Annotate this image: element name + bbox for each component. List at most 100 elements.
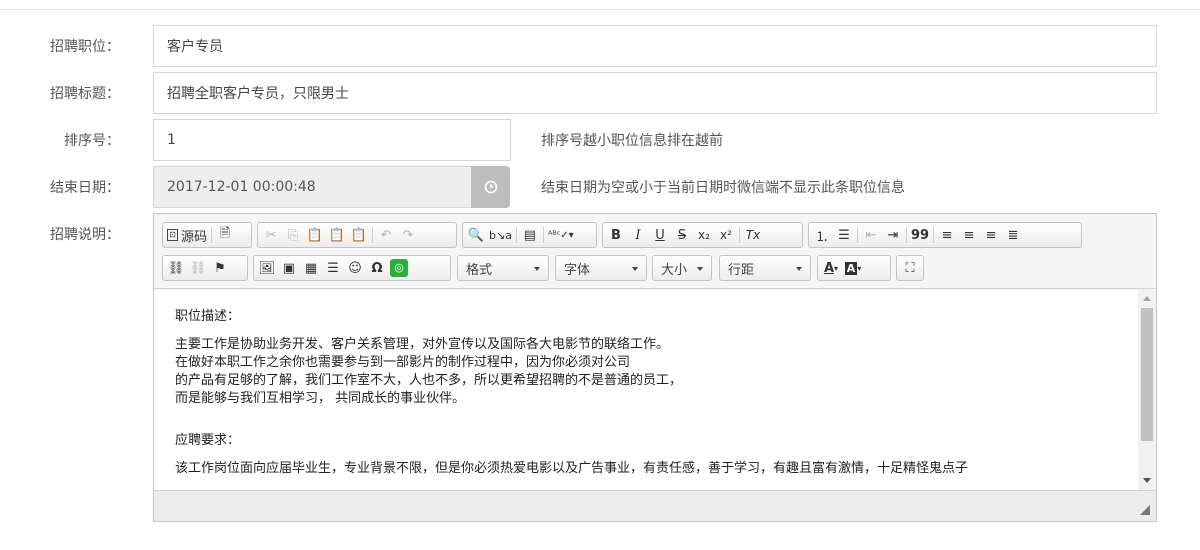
paste-word-icon: 📋 xyxy=(350,227,368,243)
content-heading-requirements: 应聘要求： xyxy=(175,433,241,448)
document-icon: 🗎 xyxy=(219,226,231,241)
special-char-button[interactable]: Ω xyxy=(366,257,388,279)
image-button[interactable]: 🖼 xyxy=(256,257,278,279)
horizontal-rule-button[interactable]: ☰ xyxy=(322,257,344,279)
format-dropdown[interactable]: 格式 xyxy=(457,255,549,281)
end-date-hint: 结束日期为空或小于当前日期时微信端不显示此条职位信息 xyxy=(541,180,905,196)
end-date-label: 结束日期： xyxy=(50,180,120,196)
copy-button[interactable]: ⎘ xyxy=(282,224,304,246)
description-label: 招聘说明： xyxy=(50,227,120,243)
top-divider xyxy=(0,9,1200,10)
undo-button[interactable]: ↶ xyxy=(375,224,397,246)
toolbar-separator xyxy=(515,227,517,243)
title-input[interactable]: 招聘全职客户专员，只限男士 xyxy=(153,72,1157,114)
toolbar-separator xyxy=(211,227,213,243)
image-icon: 🖼 xyxy=(258,260,276,276)
replace-icon: b↘a xyxy=(489,228,512,242)
content-heading-description: 职位描述： xyxy=(175,309,241,324)
spellcheck-icon: ᴬᴮᶜ✓▾ xyxy=(547,229,574,241)
scroll-up-icon[interactable] xyxy=(1143,296,1151,301)
image-upload-button[interactable]: ▣ xyxy=(278,257,300,279)
numbered-list-button[interactable]: ⒈ xyxy=(811,224,833,246)
link-button[interactable]: ⛓ xyxy=(165,257,187,279)
rich-text-editor: ⊡ 源码 🗎 ✂ ⎘ 📋 📋 📋 ↶ ↷ 🔍 b↘a ▤ ᴬᴮᶜ✓▾ B I U… xyxy=(153,213,1157,522)
align-justify-icon: ≣ xyxy=(1007,227,1019,243)
align-right-icon: ≡ xyxy=(985,227,997,243)
select-all-icon: ▤ xyxy=(523,227,537,243)
source-button[interactable]: ⊡ 源码 xyxy=(165,224,209,246)
scroll-down-icon[interactable] xyxy=(1143,478,1151,483)
unlink-button[interactable]: ⛓ xyxy=(187,257,209,279)
align-center-button[interactable]: ≡ xyxy=(958,224,980,246)
remove-format-button[interactable]: Tx xyxy=(742,224,764,246)
date-picker-button[interactable] xyxy=(471,166,510,208)
align-right-button[interactable]: ≡ xyxy=(980,224,1002,246)
spellcheck-button[interactable]: ᴬᴮᶜ✓▾ xyxy=(546,224,576,246)
sort-input[interactable]: 1 xyxy=(153,119,511,161)
outdent-button[interactable]: ⇤ xyxy=(860,224,882,246)
content-line: 该工作岗位面向应届毕业生，专业背景不限，但是你必须热爱电影以及广告事业，有责任感… xyxy=(175,461,969,476)
paste-text-button[interactable]: 📋 xyxy=(326,224,348,246)
position-label: 招聘职位： xyxy=(50,39,120,55)
strike-button[interactable]: S xyxy=(671,224,693,246)
underline-button[interactable]: U xyxy=(649,224,671,246)
chevron-down-icon: ▾ xyxy=(834,263,839,273)
content-line: 的产品有足够的了解，我们工作室不大，人也不多，所以更希望招聘的不是普通的员工， xyxy=(175,373,683,388)
sort-hint: 排序号越小职位信息排在越前 xyxy=(541,133,723,149)
cut-button[interactable]: ✂ xyxy=(260,224,282,246)
bg-color-button[interactable]: A ▾ xyxy=(842,257,864,279)
size-dropdown[interactable]: 大小 xyxy=(652,255,712,281)
toolbar-group-editing: 🔍 b↘a ▤ ᴬᴮᶜ✓▾ xyxy=(462,222,597,248)
toolbar-separator xyxy=(372,227,373,243)
indent-button[interactable]: ⇥ xyxy=(882,224,904,246)
find-button[interactable]: 🔍 xyxy=(465,224,487,246)
bold-button[interactable]: B xyxy=(605,224,627,246)
table-button[interactable]: ▦ xyxy=(300,257,322,279)
blockquote-button[interactable]: 99 xyxy=(909,224,931,246)
align-justify-button[interactable]: ≣ xyxy=(1002,224,1024,246)
resize-handle-icon[interactable] xyxy=(1140,505,1150,515)
bulleted-list-button[interactable]: ☰ xyxy=(833,224,855,246)
font-dropdown[interactable]: 字体 xyxy=(555,255,647,281)
copy-icon: ⎘ xyxy=(287,227,299,243)
subscript-button[interactable]: x₂ xyxy=(693,224,715,246)
scrollbar-thumb[interactable] xyxy=(1141,308,1153,441)
select-all-button[interactable]: ▤ xyxy=(519,224,541,246)
wechat-button[interactable]: ◎ xyxy=(388,257,410,279)
smiley-button[interactable]: ☺ xyxy=(344,257,366,279)
content-line: 主要工作是协助业务开发、客户关系管理，对外宣传以及国际各大电影节的联络工作。 xyxy=(175,337,670,352)
size-dropdown-label: 大小 xyxy=(661,262,688,278)
search-icon: 🔍 xyxy=(467,227,485,243)
clock-icon xyxy=(484,180,498,194)
line-height-dropdown[interactable]: 行距 xyxy=(719,255,811,281)
line-height-dropdown-label: 行距 xyxy=(728,262,755,278)
format-dropdown-label: 格式 xyxy=(466,262,493,278)
numbered-list-icon: ⒈ xyxy=(815,229,829,245)
toolbar-group-links: ⛓ ⛓ ⚑ xyxy=(162,255,248,281)
paste-button[interactable]: 📋 xyxy=(304,224,326,246)
paste-icon: 📋 xyxy=(306,227,324,243)
text-color-button[interactable]: A ▾ xyxy=(820,257,842,279)
paste-text-icon: 📋 xyxy=(328,227,346,243)
anchor-button[interactable]: ⚑ xyxy=(209,257,231,279)
outdent-icon: ⇤ xyxy=(865,227,877,243)
chevron-down-icon xyxy=(534,267,540,271)
italic-button[interactable]: I xyxy=(627,224,649,246)
horizontal-rule-icon: ☰ xyxy=(327,260,339,276)
editor-scrollbar[interactable] xyxy=(1138,290,1156,490)
toolbar-group-document: ⊡ 源码 🗎 xyxy=(162,222,252,248)
end-date-input[interactable]: 2017-12-01 00:00:48 xyxy=(153,166,473,208)
wechat-icon: ◎ xyxy=(390,259,408,277)
templates-button[interactable]: 🗎 xyxy=(214,224,236,246)
paste-word-button[interactable]: 📋 xyxy=(348,224,370,246)
redo-button[interactable]: ↷ xyxy=(397,224,419,246)
maximize-button[interactable]: ⛶ xyxy=(899,257,921,279)
align-center-icon: ≡ xyxy=(963,227,975,243)
toolbar-separator xyxy=(906,227,907,243)
replace-button[interactable]: b↘a xyxy=(487,224,514,246)
superscript-button[interactable]: x² xyxy=(715,224,737,246)
align-left-button[interactable]: ≡ xyxy=(936,224,958,246)
toolbar-separator xyxy=(857,227,858,243)
position-input[interactable]: 客户专员 xyxy=(153,25,1157,67)
editor-content[interactable]: 职位描述： 主要工作是协助业务开发、客户关系管理，对外宣传以及国际各大电影节的联… xyxy=(154,290,1138,490)
